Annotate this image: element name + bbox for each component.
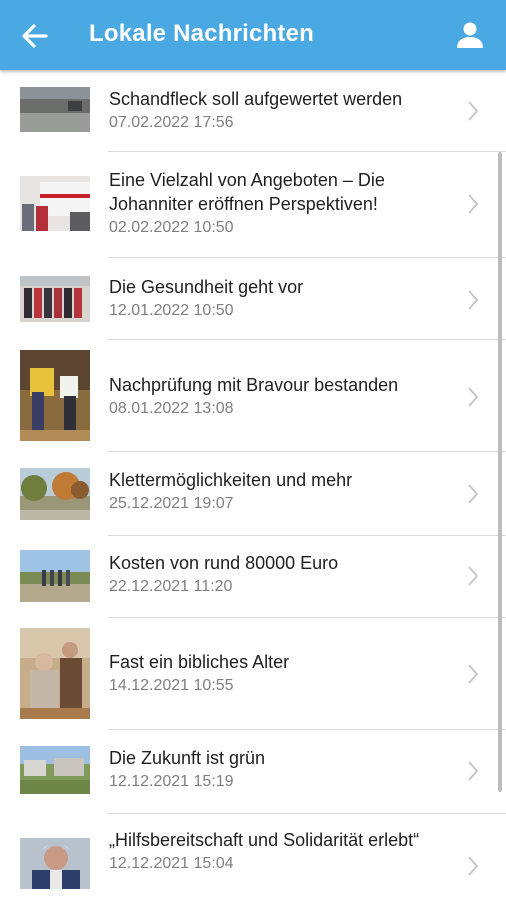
article-title: Schandfleck soll aufgewertet werden: [109, 89, 403, 109]
list-item[interactable]: Die Zukunft ist grün 12.12.2021 15:19: [0, 730, 506, 814]
article-date: 25.12.2021 19:07: [109, 495, 234, 512]
article-title: Eine Vielzahl von Angeboten – Die Johann…: [109, 170, 385, 214]
article-thumbnail: [20, 746, 90, 794]
page-title: Lokale Nachrichten: [89, 20, 315, 47]
arrow-left-icon[interactable]: [20, 22, 50, 50]
article-title: Die Gesundheit geht vor: [109, 277, 304, 297]
chevron-right-icon: [468, 566, 479, 586]
chevron-right-icon: [468, 194, 479, 214]
article-thumbnail: [20, 276, 90, 322]
list-item[interactable]: Die Gesundheit geht vor 12.01.2022 10:50: [0, 258, 506, 340]
article-date: 12.01.2022 10:50: [109, 302, 234, 319]
user-icon[interactable]: [456, 21, 484, 49]
app-bar: Lokale Nachrichten: [0, 0, 506, 70]
article-date: 07.02.2022 17:56: [109, 114, 234, 131]
chevron-right-icon: [468, 856, 479, 876]
list-item[interactable]: Klettermöglichkeiten und mehr 25.12.2021…: [0, 452, 506, 536]
article-date: 22.12.2021 11:20: [109, 578, 233, 595]
article-thumbnail: [20, 87, 90, 132]
chevron-right-icon: [468, 664, 479, 684]
article-date: 12.12.2021 15:04: [109, 855, 234, 872]
news-list[interactable]: Schandfleck soll aufgewertet werden 07.0…: [0, 70, 506, 900]
scrollbar[interactable]: [498, 152, 502, 792]
article-thumbnail: [20, 176, 90, 231]
article-thumbnail: [20, 838, 90, 889]
list-item[interactable]: „Hilfsbereitschaft und Solidarität erleb…: [0, 814, 506, 900]
list-item[interactable]: Schandfleck soll aufgewertet werden 07.0…: [0, 70, 506, 152]
article-date: 14.12.2021 10:55: [109, 677, 234, 694]
article-date: 02.02.2022 10:50: [109, 219, 234, 236]
chevron-right-icon: [468, 484, 479, 504]
article-title: Kosten von rund 80000 Euro: [109, 553, 339, 573]
article-title: Nachprüfung mit Bravour bestanden: [109, 375, 399, 395]
list-item[interactable]: Kosten von rund 80000 Euro 22.12.2021 11…: [0, 536, 506, 618]
article-title: Fast ein bibliches Alter: [109, 652, 290, 672]
article-title: „Hilfsbereitschaft und Solidarität erleb…: [109, 830, 420, 850]
chevron-right-icon: [468, 387, 479, 407]
article-title: Die Zukunft ist grün: [109, 748, 266, 768]
chevron-right-icon: [468, 290, 479, 310]
article-thumbnail: [20, 628, 90, 719]
article-date: 12.12.2021 15:19: [109, 773, 234, 790]
article-thumbnail: [20, 350, 90, 441]
list-item[interactable]: Fast ein bibliches Alter 14.12.2021 10:5…: [0, 618, 506, 730]
chevron-right-icon: [468, 761, 479, 781]
article-date: 08.01.2022 13:08: [109, 400, 234, 417]
article-title: Klettermöglichkeiten und mehr: [109, 470, 353, 490]
article-thumbnail: [20, 550, 90, 602]
list-item[interactable]: Nachprüfung mit Bravour bestanden 08.01.…: [0, 340, 506, 452]
list-item[interactable]: Eine Vielzahl von Angeboten – Die Johann…: [0, 152, 506, 258]
article-thumbnail: [20, 468, 90, 520]
chevron-right-icon: [468, 101, 479, 121]
